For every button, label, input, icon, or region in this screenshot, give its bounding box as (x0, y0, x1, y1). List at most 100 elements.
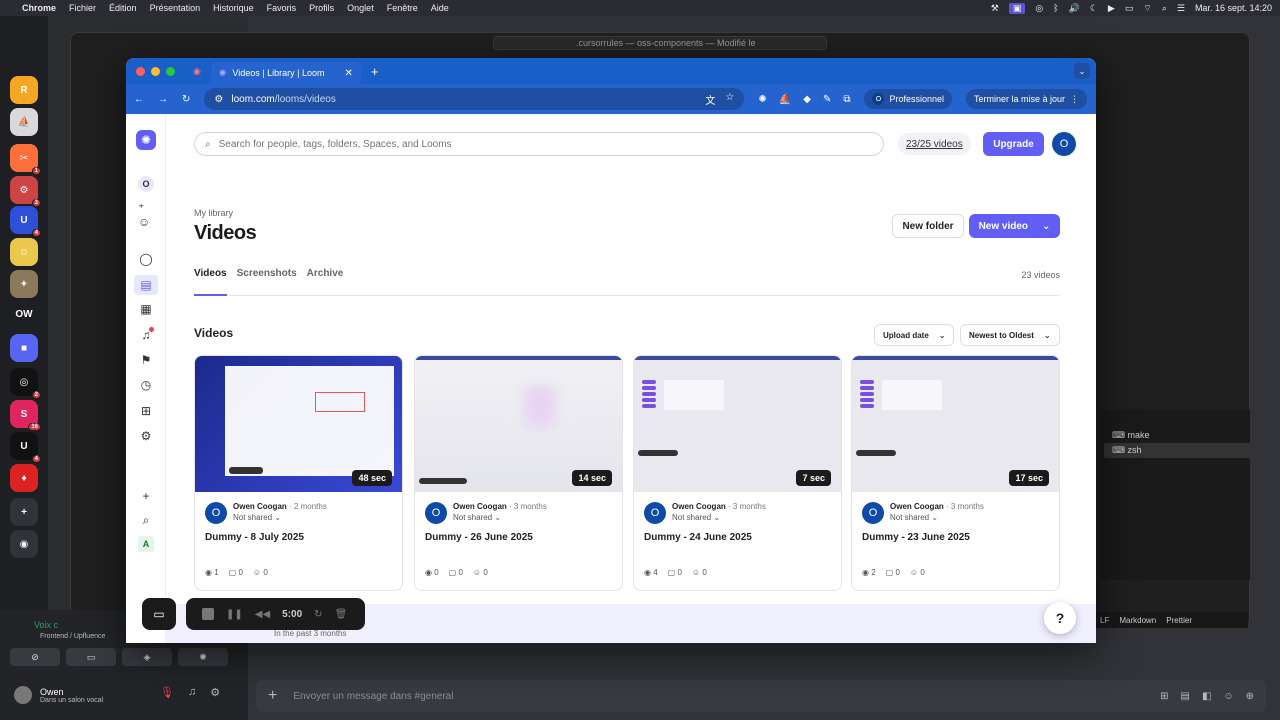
sharing-dropdown[interactable]: Not shared ⌄ (453, 513, 547, 522)
creative-cloud-icon[interactable]: ◎ (1035, 3, 1043, 14)
extension-icon[interactable]: ⛵ (779, 94, 791, 105)
upgrade-button[interactable]: Upgrade (983, 132, 1044, 156)
search-input[interactable] (218, 138, 819, 150)
tab-screenshots[interactable]: Screenshots (237, 268, 297, 296)
sticker-icon[interactable]: ◧ (1202, 691, 1211, 702)
tab-videos[interactable]: Videos (194, 268, 227, 296)
sharing-dropdown[interactable]: Not shared ⌄ (890, 513, 984, 522)
menu-item-view[interactable]: Présentation (150, 3, 201, 13)
profile-button[interactable]: O Professionnel (864, 89, 953, 109)
bluetooth-icon[interactable]: ᛒ (1053, 3, 1058, 13)
server-icon[interactable]: ✦ (10, 270, 38, 298)
server-icon[interactable]: ☺ (10, 238, 38, 266)
menu-item-history[interactable]: Historique (213, 3, 254, 13)
menu-clock[interactable]: Mar. 16 sept. 14:20 (1195, 3, 1272, 13)
eyedropper-icon[interactable]: ✎ (823, 94, 831, 105)
sort-field-dropdown[interactable]: Upload date ⌄ (874, 324, 955, 346)
menu-item-file[interactable]: Fichier (69, 3, 96, 13)
video-card[interactable]: 7 sec O Owen Coogan · 3 months Not shared ⌄… (633, 355, 842, 591)
library-icon[interactable]: ▤ (134, 275, 158, 295)
workspace-avatar[interactable]: O (138, 176, 154, 192)
video-card[interactable]: 14 sec O Owen Coogan · 3 months Not shared … (414, 355, 623, 591)
sharing-dropdown[interactable]: Not shared ⌄ (233, 513, 327, 522)
play-icon[interactable]: ▶ (1108, 3, 1115, 14)
video-thumbnail[interactable]: 14 sec (415, 356, 622, 492)
video-card[interactable]: 48 sec O Owen Coogan · 2 months Not shared … (194, 355, 403, 591)
screen-share-icon[interactable]: ▣ (1008, 2, 1026, 14)
menu-item-profiles[interactable]: Profils (309, 3, 334, 13)
apps-icon[interactable]: ⊕ (1246, 691, 1254, 702)
update-button[interactable]: Terminer la mise à jour ⋮ (966, 89, 1088, 109)
workspace-badge[interactable]: A (138, 536, 154, 552)
profile-icon[interactable]: ◯ (138, 251, 154, 267)
video-thumbnail[interactable]: 48 sec (195, 356, 402, 492)
discord-message-input[interactable]: + Envoyer un message dans #general ⊞ ▤ ◧… (256, 680, 1266, 712)
translate-icon[interactable]: 文 (705, 92, 715, 107)
server-icon[interactable]: + (10, 498, 38, 526)
server-icon[interactable]: ✂ 1 (10, 144, 41, 175)
search-icon[interactable]: ⌕ (138, 512, 154, 528)
rewind-icon[interactable]: ◀◀ (255, 609, 270, 620)
new-video-button[interactable]: New video ⌄ (969, 214, 1060, 238)
server-icon[interactable]: ⛵ (10, 108, 38, 136)
author-name[interactable]: Owen Coogan (233, 502, 287, 511)
server-icon[interactable]: S 16 (10, 400, 41, 431)
tools-icon[interactable]: ⚒ (991, 3, 999, 14)
notifications-bell-icon[interactable]: ♫ (138, 327, 154, 343)
settings-gear-icon[interactable]: ⚙ (210, 686, 220, 699)
server-icon[interactable]: ■ (10, 334, 38, 362)
new-tab-button[interactable]: + (371, 64, 379, 79)
pause-icon[interactable]: ❚❚ (226, 609, 243, 620)
bookmark-star-icon[interactable]: ☆ (725, 92, 734, 107)
menu-item-tab[interactable]: Onglet (347, 3, 374, 13)
avatar[interactable]: O (644, 502, 666, 524)
video-thumbnail[interactable]: 7 sec (634, 356, 841, 492)
gift-icon[interactable]: ⊞ (1160, 691, 1168, 702)
back-icon[interactable]: ← (134, 94, 144, 105)
status-prettier[interactable]: Prettier (1166, 616, 1192, 625)
minimize-window-button[interactable] (151, 66, 160, 76)
history-clock-icon[interactable]: ◷ (138, 377, 154, 393)
reload-icon[interactable]: ↻ (182, 94, 190, 105)
video-title[interactable]: Dummy - 26 June 2025 (425, 532, 533, 543)
video-title[interactable]: Dummy - 8 July 2025 (205, 532, 304, 543)
terminal-item-zsh[interactable]: ⌨ zsh (1104, 443, 1250, 458)
terminal-item-make[interactable]: ⌨ make (1104, 428, 1250, 443)
control-center-icon[interactable]: ☰ (1177, 3, 1185, 14)
server-icon[interactable]: U4 (10, 206, 41, 237)
loom-logo-icon[interactable]: ✺ (136, 130, 156, 150)
menu-item-edit[interactable]: Édition (109, 3, 137, 13)
server-icon[interactable]: OW (10, 300, 38, 328)
stop-icon[interactable] (202, 608, 214, 620)
settings-gear-icon[interactable]: ⚙ (138, 428, 154, 444)
plus-icon[interactable]: + (138, 488, 154, 504)
user-info[interactable]: Owen Dans un salon vocal (12, 684, 103, 706)
trash-icon[interactable]: 🗑 (335, 609, 348, 620)
server-icon[interactable]: ◉ (10, 530, 38, 558)
emoji-icon[interactable]: ☺ (1223, 691, 1233, 702)
search-icon[interactable]: ⌕ (1162, 3, 1167, 14)
loom-extension-icon[interactable]: ✺ (758, 94, 766, 105)
avatar[interactable]: O (425, 502, 447, 524)
plus-icon[interactable]: + (268, 687, 277, 705)
screen-share-icon[interactable]: ▭ (66, 648, 116, 666)
sharing-dropdown[interactable]: Not shared ⌄ (672, 513, 766, 522)
battery-icon[interactable]: ▭ (1125, 3, 1134, 14)
status-language[interactable]: Markdown (1119, 616, 1156, 625)
close-window-button[interactable] (136, 66, 145, 76)
recording-indicator-icon[interactable]: ◉ (193, 66, 201, 77)
recorder-camera-button[interactable]: ▭ (142, 598, 176, 630)
site-info-icon[interactable]: ⚙ (214, 94, 223, 105)
calendar-icon[interactable]: ▦ (138, 301, 154, 317)
server-icon[interactable]: U4 (10, 432, 41, 463)
avatar[interactable]: O (205, 502, 227, 524)
maximize-window-button[interactable] (166, 66, 175, 76)
search-bar[interactable]: ⌕ (194, 132, 884, 156)
activity-icon[interactable]: ◈ (122, 648, 172, 666)
gift-icon[interactable]: ⊞ (138, 403, 154, 419)
help-button[interactable]: ? (1044, 602, 1076, 634)
video-quota-badge[interactable]: 23/25 videos (898, 133, 971, 155)
wifi-icon[interactable]: ⌔ (1143, 3, 1151, 14)
tab-archive[interactable]: Archive (307, 268, 344, 296)
video-title[interactable]: Dummy - 23 June 2025 (862, 532, 970, 543)
